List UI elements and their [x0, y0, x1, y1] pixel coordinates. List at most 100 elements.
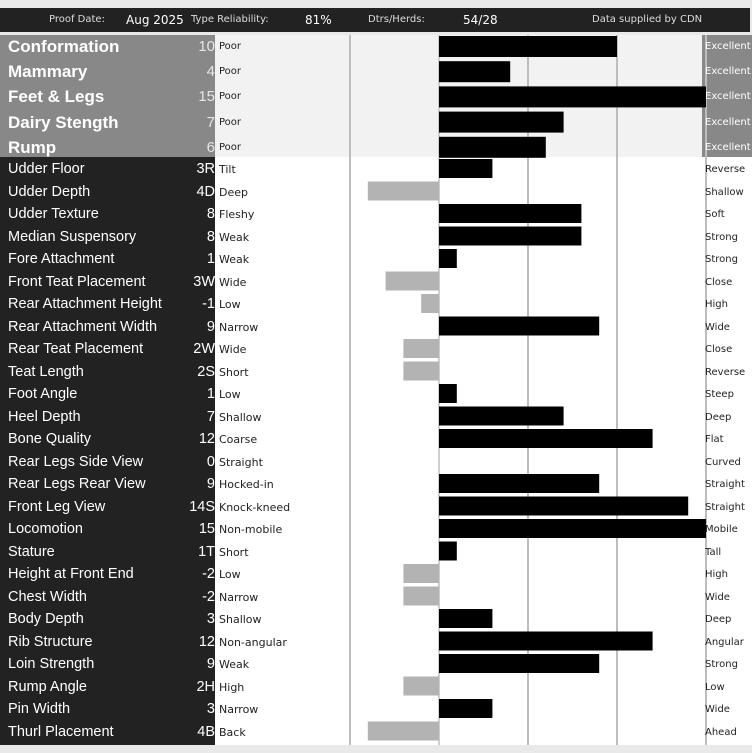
linear-trait-low-label: Narrow: [219, 703, 259, 716]
major-trait-high-label: Excellent: [705, 41, 751, 52]
linear-trait-name: Height at Front End: [8, 566, 134, 582]
linear-trait-value: 1: [206, 251, 215, 267]
linear-trait-bar: [403, 339, 439, 358]
linear-trait-bar: [439, 631, 653, 651]
linear-trait-name: Rear Legs Rear View: [8, 476, 146, 492]
linear-trait-high-label: High: [705, 569, 728, 580]
linear-trait-low-label: Narrow: [219, 320, 259, 334]
linear-trait-value: 4B: [197, 723, 215, 740]
major-trait-value: 4: [206, 63, 215, 81]
linear-trait-bar: [439, 654, 600, 673]
linear-trait-high-label: Wide: [705, 591, 730, 603]
linear-trait-name: Stature: [8, 543, 55, 560]
linear-trait-low-label: Shallow: [219, 410, 262, 424]
linear-trait-bar: [439, 159, 493, 178]
linear-trait-name: Rear Teat Placement: [8, 341, 144, 357]
linear-trait-low-label: Wide: [219, 275, 247, 289]
major-trait-low-label: Poor: [219, 91, 242, 103]
linear-trait-name: Udder Texture: [8, 206, 99, 222]
linear-trait-low-label: Hocked-in: [219, 478, 274, 491]
major-trait-name: Feet & Legs: [8, 87, 105, 107]
linear-trait-name: Front Leg View: [8, 498, 106, 515]
linear-trait-name: Thurl Placement: [8, 723, 114, 740]
linear-trait-bar: [403, 586, 439, 606]
major-trait-bar: [439, 136, 546, 158]
major-trait-high-label: Excellent: [705, 66, 751, 78]
linear-trait-bar: [439, 204, 582, 223]
linear-trait-value: 3: [206, 701, 215, 717]
footer: [0, 745, 752, 753]
linear-trait-name: Foot Angle: [8, 386, 78, 402]
linear-trait-low-label: Narrow: [219, 590, 259, 604]
linear-trait-low-label: Tilt: [219, 163, 236, 176]
linear-trait-high-label: Mobile: [705, 524, 738, 535]
linear-trait-low-label: Non-angular: [219, 635, 287, 649]
linear-trait-low-label: Short: [219, 545, 249, 559]
major-trait-bar: [439, 61, 511, 83]
linear-trait-value: 1T: [198, 543, 215, 560]
linear-trait-name: Chest Width: [8, 588, 87, 605]
linear-trait-bar: [439, 474, 600, 493]
linear-trait-value: 2W: [193, 341, 215, 357]
linear-trait-value: 4D: [196, 183, 215, 200]
linear-trait-low-label: Straight: [219, 455, 263, 469]
linear-trait-low-label: Knock-kneed: [219, 500, 291, 514]
linear-trait-high-label: High: [705, 299, 728, 310]
linear-trait-bar: [439, 384, 457, 403]
linear-trait-low-label: Short: [219, 365, 249, 379]
linear-trait-high-label: Wide: [705, 704, 730, 715]
linear-trait-low-label: Weak: [219, 230, 250, 244]
linear-trait-value: 3R: [196, 161, 215, 177]
major-trait-name: Rump: [8, 137, 57, 157]
linear-trait-value: -2: [202, 588, 215, 605]
linear-trait-bar: [439, 406, 564, 426]
linear-trait-high-label: Ahead: [705, 726, 737, 738]
major-trait-name: Mammary: [8, 62, 88, 82]
linear-trait-value: 3W: [193, 273, 215, 290]
linear-trait-low-label: Low: [219, 388, 241, 401]
major-trait-low-label: Poor: [219, 41, 242, 52]
linear-trait-high-label: Strong: [705, 254, 738, 265]
linear-trait-name: Bone Quality: [8, 431, 92, 447]
linear-trait-low-label: Fleshy: [219, 208, 255, 221]
linear-trait-name: Front Teat Placement: [8, 273, 146, 290]
major-trait-name: Conformation: [8, 37, 120, 56]
linear-trait-low-label: Weak: [219, 658, 250, 671]
major-trait-value: 10: [198, 38, 215, 55]
linear-trait-low-label: Weak: [219, 253, 250, 266]
linear-trait-value: 7: [206, 408, 215, 425]
linear-trait-bar: [439, 496, 689, 516]
linear-trait-low-label: Deep: [219, 185, 248, 199]
linear-trait-high-label: Curved: [705, 456, 741, 468]
linear-trait-low-label: Low: [219, 298, 241, 311]
linear-trait-value: -2: [202, 566, 215, 582]
linear-trait-name: Locomotion: [8, 521, 83, 537]
linear-trait-high-label: Tall: [705, 546, 722, 558]
linear-trait-bar: [439, 699, 493, 718]
linear-trait-high-label: Wide: [705, 321, 730, 333]
major-trait-name: Dairy Stength: [8, 112, 119, 132]
linear-trait-high-label: Soft: [705, 209, 725, 220]
linear-trait-value: 9: [206, 318, 215, 335]
linear-trait-name: Rear Attachment Width: [8, 318, 158, 335]
linear-trait-bar: [367, 181, 439, 201]
linear-trait-value: 2H: [196, 678, 215, 695]
major-trait-high-label: Excellent: [705, 116, 751, 128]
major-trait-bar: [439, 36, 617, 57]
linear-trait-bar: [439, 429, 653, 448]
linear-trait-name: Loin Strength: [8, 656, 95, 672]
linear-trait-name: Udder Floor: [8, 161, 85, 177]
linear-trait-value: 3: [206, 611, 215, 627]
major-trait-low-label: Poor: [219, 141, 242, 153]
linear-trait-name: Rump Angle: [8, 678, 87, 695]
linear-trait-bar: [421, 294, 439, 313]
linear-trait-bar: [385, 271, 439, 291]
linear-trait-high-label: Strong: [705, 231, 738, 243]
linear-trait-value: -1: [202, 296, 215, 312]
linear-trait-name: Pin Width: [8, 701, 71, 717]
linear-trait-name: Teat Length: [8, 363, 84, 380]
linear-trait-value: 0: [206, 453, 215, 470]
linear-trait-name: Rear Attachment Height: [8, 296, 162, 312]
major-trait-value: 15: [198, 88, 215, 106]
linear-trait-high-label: Deep: [705, 411, 732, 423]
